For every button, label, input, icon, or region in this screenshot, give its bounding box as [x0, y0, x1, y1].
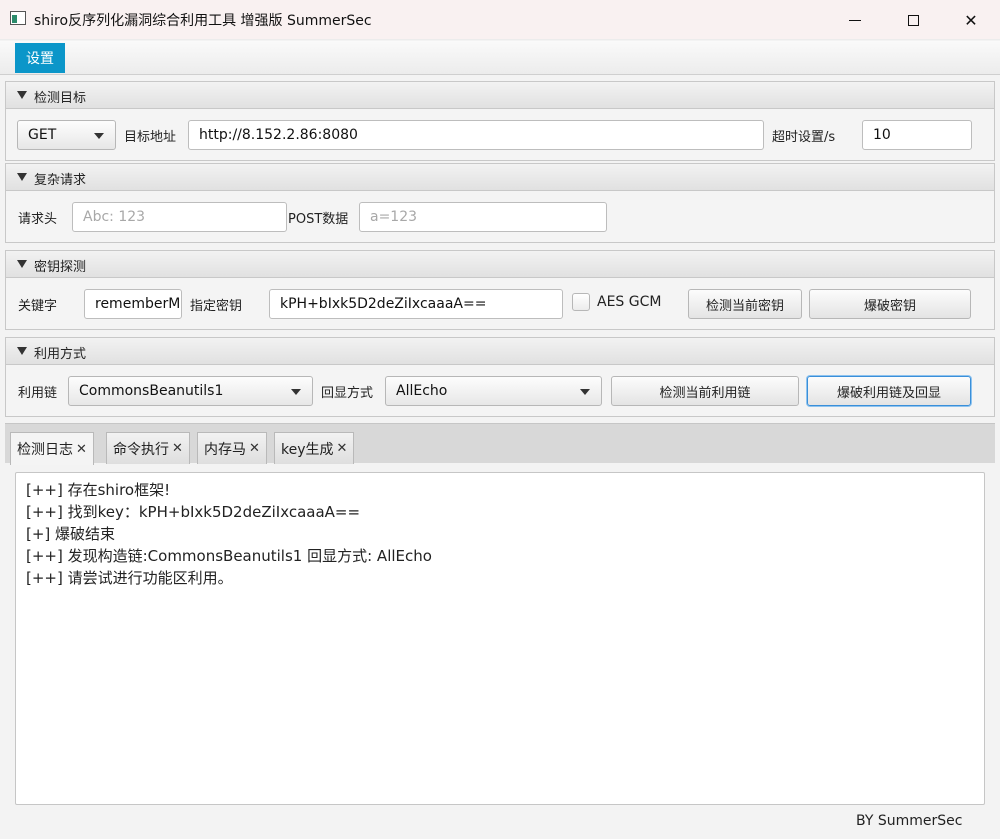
- brute-chain-button[interactable]: 爆破利用链及回显: [807, 376, 971, 406]
- author-credit: BY SummerSec: [856, 813, 963, 829]
- keyword-input[interactable]: rememberMe: [84, 289, 182, 319]
- tab-command-exec[interactable]: 命令执行 ✕: [106, 432, 190, 464]
- tab-strip: 检测日志 ✕ 命令执行 ✕ 内存马 ✕ key生成 ✕: [5, 423, 995, 465]
- method-value: GET: [28, 127, 57, 143]
- tab-label: key生成: [281, 441, 334, 458]
- collapse-arrow-icon: [17, 347, 27, 355]
- close-tab-icon[interactable]: ✕: [249, 441, 260, 456]
- timeout-input[interactable]: 10: [862, 120, 972, 150]
- check-chain-button[interactable]: 检测当前利用链: [611, 376, 799, 406]
- menu-bar: 设置: [0, 41, 1000, 75]
- close-tab-icon[interactable]: ✕: [172, 441, 183, 456]
- headers-label: 请求头: [18, 212, 58, 227]
- key-detection-pane: 密钥探测 关键字 rememberMe 指定密钥 kPH+bIxk5D2deZi…: [5, 250, 995, 330]
- exploit-pane-header[interactable]: 利用方式: [6, 338, 994, 365]
- target-pane: 检测目标 GET 目标地址 http://8.152.2.86:8080 超时设…: [5, 81, 995, 161]
- menu-settings[interactable]: 设置: [15, 43, 65, 73]
- chain-label: 利用链: [18, 386, 58, 401]
- detection-log-area[interactable]: [++] 存在shiro框架! [++] 找到key：kPH+bIxk5D2de…: [15, 472, 985, 805]
- chain-value: CommonsBeanutils1: [79, 383, 224, 399]
- post-data-label: POST数据: [288, 212, 349, 227]
- brute-key-button[interactable]: 爆破密钥: [809, 289, 971, 319]
- tab-detection-log[interactable]: 检测日志 ✕: [10, 432, 94, 465]
- close-window-button[interactable]: ✕: [942, 0, 1000, 40]
- echo-label: 回显方式: [321, 386, 374, 401]
- exploit-pane: 利用方式 利用链 CommonsBeanutils1 回显方式 AllEcho …: [5, 337, 995, 417]
- chevron-down-icon: [580, 389, 590, 395]
- specify-key-label: 指定密钥: [190, 299, 243, 314]
- tab-key-gen[interactable]: key生成 ✕: [274, 432, 355, 464]
- post-data-input[interactable]: a=123: [359, 202, 607, 232]
- method-select[interactable]: GET: [17, 120, 116, 150]
- minimize-button[interactable]: [826, 0, 884, 40]
- collapse-arrow-icon: [17, 91, 27, 99]
- timeout-label: 超时设置/s: [772, 130, 836, 145]
- specify-key-input[interactable]: kPH+bIxk5D2deZiIxcaaaA==: [269, 289, 563, 319]
- log-line: [++] 发现构造链:CommonsBeanutils1 回显方式: AllEc…: [26, 547, 432, 565]
- title-bar: shiro反序列化漏洞综合利用工具 增强版 SummerSec ✕: [0, 0, 1000, 40]
- exploit-pane-title: 利用方式: [34, 347, 87, 362]
- key-pane-title: 密钥探测: [34, 260, 87, 275]
- tab-label: 命令执行: [113, 441, 169, 458]
- echo-value: AllEcho: [396, 383, 448, 399]
- check-key-button[interactable]: 检测当前密钥: [688, 289, 802, 319]
- log-line: [+] 爆破结束: [26, 525, 116, 543]
- log-line: [++] 找到key：kPH+bIxk5D2deZiIxcaaaA==: [26, 503, 361, 521]
- headers-input[interactable]: Abc: 123: [72, 202, 287, 232]
- aes-gcm-checkbox[interactable]: [572, 293, 590, 311]
- keyword-label: 关键字: [18, 299, 58, 314]
- maximize-button[interactable]: [884, 0, 942, 40]
- target-pane-title: 检测目标: [34, 91, 87, 106]
- close-tab-icon[interactable]: ✕: [76, 442, 87, 457]
- key-pane-header[interactable]: 密钥探测: [6, 251, 994, 278]
- log-line: [++] 请尝试进行功能区利用。: [26, 569, 233, 587]
- target-pane-header[interactable]: 检测目标: [6, 82, 994, 109]
- complex-pane-header[interactable]: 复杂请求: [6, 164, 994, 191]
- chevron-down-icon: [291, 389, 301, 395]
- minimize-icon: [849, 19, 861, 21]
- echo-select[interactable]: AllEcho: [385, 376, 602, 406]
- maximize-icon: [907, 14, 919, 26]
- chevron-down-icon: [94, 133, 104, 139]
- url-label: 目标地址: [124, 130, 177, 145]
- tab-label: 检测日志: [17, 442, 73, 458]
- log-line: [++] 存在shiro框架!: [26, 481, 171, 499]
- complex-request-pane: 复杂请求 请求头 Abc: 123 POST数据 a=123: [5, 163, 995, 243]
- chain-select[interactable]: CommonsBeanutils1: [68, 376, 313, 406]
- app-icon: [10, 11, 26, 25]
- aes-gcm-label: AES GCM: [597, 294, 662, 310]
- complex-pane-title: 复杂请求: [34, 173, 87, 188]
- close-icon: ✕: [964, 10, 978, 30]
- tab-label: 内存马: [204, 441, 246, 458]
- close-tab-icon[interactable]: ✕: [337, 441, 348, 456]
- collapse-arrow-icon: [17, 260, 27, 268]
- tab-memshell[interactable]: 内存马 ✕: [197, 432, 267, 464]
- window-title: shiro反序列化漏洞综合利用工具 增强版 SummerSec: [34, 13, 372, 29]
- url-input[interactable]: http://8.152.2.86:8080: [188, 120, 764, 150]
- collapse-arrow-icon: [17, 173, 27, 181]
